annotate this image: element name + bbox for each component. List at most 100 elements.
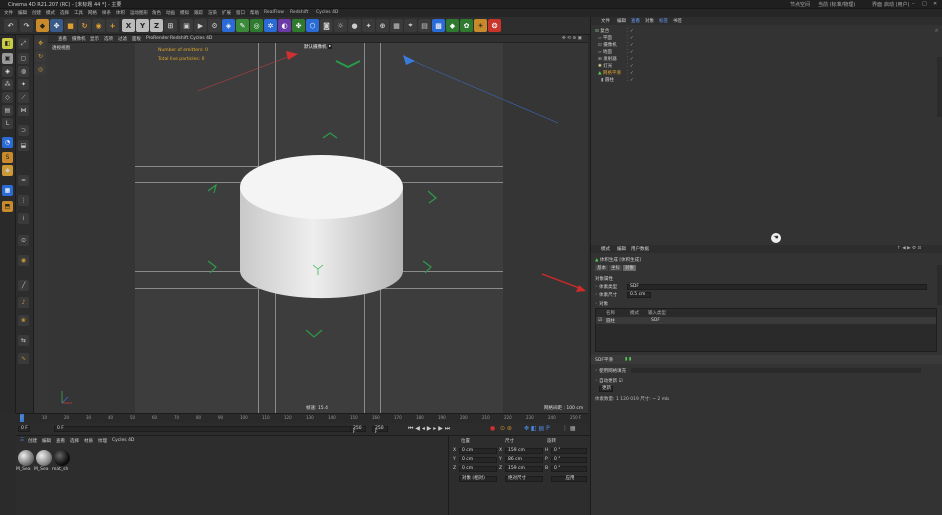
list-item[interactable]: ▱ 地面 [598, 49, 612, 55]
vp-menu-camera[interactable]: 摄像机 [72, 36, 86, 42]
list-item[interactable]: ▱ 平面 [598, 35, 612, 41]
render-icon[interactable]: ▶ [194, 19, 207, 32]
list-item[interactable]: ✺ 灯光 [598, 63, 612, 69]
list-item[interactable]: ▮ 圆柱 [601, 77, 614, 83]
preview-end-field[interactable]: 250 F [372, 426, 388, 435]
volume-type-select[interactable]: SDF [627, 284, 927, 290]
redshift-icon[interactable]: ☀ [474, 19, 487, 32]
menu-item[interactable]: 扩展 [222, 10, 231, 16]
tab-basic[interactable]: 基本 [595, 265, 608, 271]
light-icon[interactable]: ☼ [334, 19, 347, 32]
mat-menu-select[interactable]: 选择 [70, 438, 79, 444]
menu-item[interactable]: 渲染 [208, 10, 217, 16]
menu-item[interactable]: Cycles 4D [316, 10, 338, 15]
material-thumb[interactable] [36, 450, 52, 466]
attr-scrollbar[interactable] [937, 265, 942, 305]
autokey-icon[interactable]: ⊙ ⊛ [500, 425, 512, 432]
mat-menu-edit[interactable]: 编辑 [42, 438, 51, 444]
select-tool-icon[interactable]: ◆ [36, 19, 49, 32]
menu-item[interactable]: 模拟 [180, 10, 189, 16]
cycles-icon[interactable]: ❂ [488, 19, 501, 32]
pos-x-field[interactable]: 0 cm [459, 448, 497, 454]
timeline-menu-icon[interactable]: ⋮ ▦ [562, 425, 576, 432]
nav-arrows-icon[interactable]: ↑ ◀ ▶ ⚙ ⊡ [897, 246, 921, 251]
view-move-icon[interactable]: ✥ [35, 38, 46, 49]
mat-menu-icon[interactable]: ☰ [20, 438, 24, 443]
key-mode-icon[interactable]: ✥ ◧ ▤ P [524, 425, 550, 432]
size-x-field[interactable]: 159 cm [505, 448, 543, 454]
model-mode-icon[interactable]: ▣ [2, 53, 13, 64]
3d-viewport[interactable]: 透视视图 默认摄像机 ▸ Number of emitters: 0 Total… [48, 43, 588, 413]
tool-sphere-icon[interactable]: ◍ [18, 66, 29, 77]
menu-item[interactable]: 选择 [60, 10, 69, 16]
pos-z-field[interactable]: 0 cm [459, 466, 497, 472]
tool-brush-icon[interactable]: ✦ [18, 79, 29, 90]
objmenu-view[interactable]: 查看 [631, 18, 640, 24]
grid-icon[interactable]: ▦ [390, 19, 403, 32]
tool-magnet-icon[interactable]: ⊃ [18, 125, 29, 136]
axis-mode-icon[interactable]: L [2, 118, 13, 129]
tool-knife-icon[interactable]: ⟋ [18, 92, 29, 103]
opt-fill[interactable]: ◦ 使用网格填充 [595, 368, 626, 374]
layout-combo[interactable]: 启动 (用户) [884, 1, 910, 8]
size-mode-select[interactable]: 绝对尺寸 [505, 476, 543, 482]
tool-spin-icon[interactable]: ❀ [18, 315, 29, 326]
vp-menu-prorender[interactable]: ProRender [146, 36, 169, 41]
menu-item[interactable]: 创建 [32, 10, 41, 16]
weight-icon[interactable]: ◆ [2, 165, 13, 176]
mat-menu-material[interactable]: 材质 [84, 438, 93, 444]
undo-icon[interactable]: ↶ [4, 19, 17, 32]
mat-menu-create[interactable]: 创建 [28, 438, 37, 444]
tool-bridge-icon[interactable]: ⋈ [18, 105, 29, 116]
menu-item[interactable]: 模式 [46, 10, 55, 16]
add-tool-icon[interactable]: + [106, 19, 119, 32]
menu-item[interactable]: 运动图形 [130, 10, 148, 16]
view-rotate-icon[interactable]: ◎ [35, 64, 46, 75]
attrmenu-edit[interactable]: 编辑 [617, 246, 626, 252]
snap-icon[interactable]: ⌖ [404, 19, 417, 32]
menu-item[interactable]: 帮助 [250, 10, 259, 16]
vp-menu-options[interactable]: 选项 [104, 36, 113, 42]
vp-menu-display[interactable]: 显示 [90, 36, 99, 42]
material-thumb[interactable] [18, 450, 34, 466]
attrmenu-mode[interactable]: 模式 [601, 246, 610, 252]
objmenu-edit[interactable]: 编辑 [617, 18, 626, 24]
point-mode-icon[interactable]: ⁂ [2, 79, 13, 90]
sculpt-icon[interactable]: ◔ [2, 137, 13, 148]
search-icon[interactable]: ⌕ [935, 27, 938, 35]
layer-icon[interactable]: ▮ ▮ [625, 357, 631, 362]
tag-icon[interactable]: ✦ [362, 19, 375, 32]
menu-item[interactable]: 体积 [116, 10, 125, 16]
vp-nav-icon[interactable]: ✥ ⟲ ⊕ ▣ [562, 36, 582, 41]
qr-icon[interactable]: ▩ [432, 19, 445, 32]
material-icon[interactable]: ● [348, 19, 361, 32]
tab-object[interactable]: 对象 [623, 265, 636, 271]
menu-item[interactable]: 工具 [74, 10, 83, 16]
view-zoom-icon[interactable]: ↻ [35, 51, 46, 62]
camera-icon[interactable]: ◙ [320, 19, 333, 32]
apply-button[interactable]: 应用 [551, 476, 587, 482]
size-y-field[interactable]: 86 cm [505, 457, 543, 463]
tool-weld-icon[interactable]: ⊙ [18, 235, 29, 246]
list-item[interactable]: ⊟ 复合 [595, 28, 609, 34]
vp-menu-view[interactable]: 查看 [58, 36, 67, 42]
objmenu-file[interactable]: 文件 [601, 18, 610, 24]
opt-fill-field[interactable] [631, 368, 921, 373]
tool-mirror-icon[interactable]: ⇆ [18, 335, 29, 346]
tool-extrude-icon[interactable]: ⬓ [18, 140, 29, 151]
mat-menu-cycles[interactable]: Cycles 4D [112, 438, 134, 443]
coord-mode-select[interactable]: 对象 (相对) [459, 476, 497, 482]
timeline-ruler[interactable]: 0 10 20 30 40 50 60 70 80 90 100 110 120… [16, 413, 588, 423]
subdivision-icon[interactable]: ◎ [250, 19, 263, 32]
cloner-icon[interactable]: ✲ [264, 19, 277, 32]
list-item[interactable]: ▲ 网格平滑 [598, 70, 621, 76]
list-item[interactable]: ⊡ 摄像机 [598, 42, 617, 48]
opt-autoupdate[interactable]: ◦ 自动更新 ☑ [595, 378, 623, 384]
menu-item[interactable]: RealFlow [264, 10, 284, 15]
menu-item[interactable]: 角色 [152, 10, 161, 16]
tool-arrow-icon[interactable]: ⤢ [18, 38, 29, 49]
workplane-icon[interactable]: ◆ [446, 19, 459, 32]
mat-menu-texture[interactable]: 纹理 [98, 438, 107, 444]
menu-item[interactable]: Redshift [290, 10, 308, 15]
mat-menu-view[interactable]: 查看 [56, 438, 65, 444]
